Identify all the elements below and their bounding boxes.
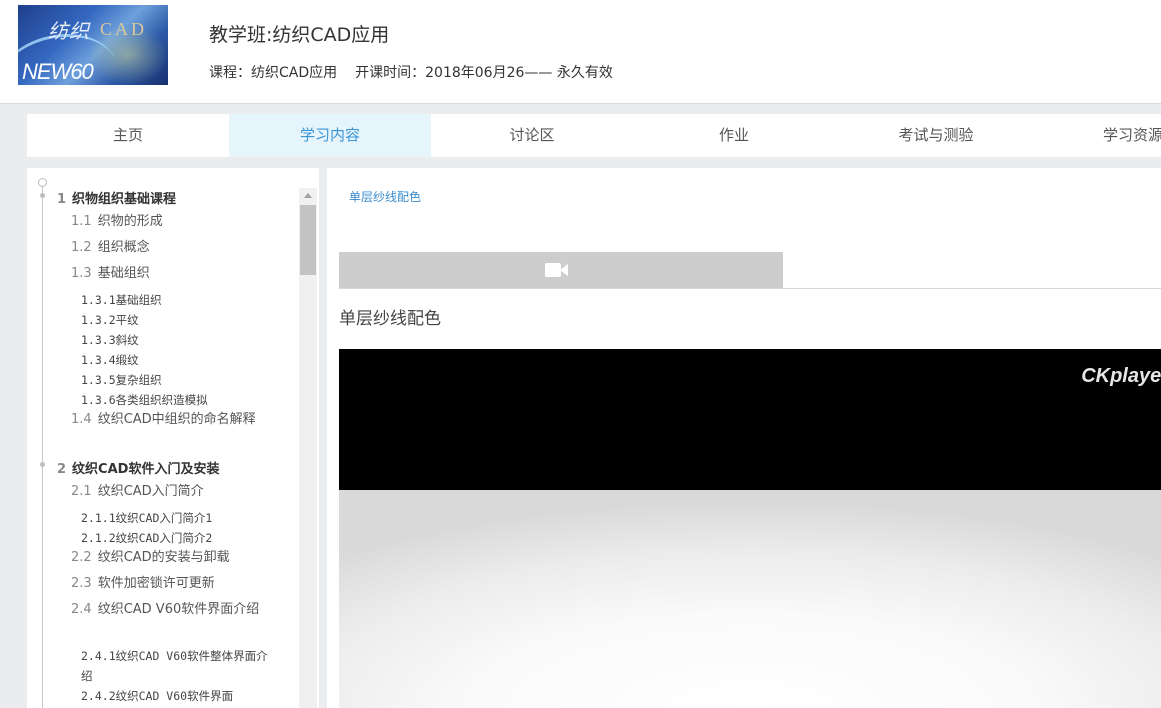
course-name: 课程：纺织CAD应用	[209, 65, 338, 81]
toc-section[interactable]: 2.1 纹织CAD入门简介	[71, 482, 271, 502]
video-camera-icon	[545, 262, 568, 278]
tab-resources[interactable]: 学习资源	[1103, 114, 1161, 157]
logo-text-cad: CAD	[100, 19, 148, 39]
player-brand-logo: CKplayer	[1081, 365, 1161, 387]
toc-lesson[interactable]: 1.3.3斜纹	[81, 330, 271, 350]
chapter-dot	[40, 462, 45, 467]
toc-lesson[interactable]: 1.3.4缎纹	[81, 350, 271, 370]
toc-section[interactable]: 1.4 纹织CAD中组织的命名解释	[71, 410, 271, 430]
video-tab[interactable]	[339, 252, 783, 288]
course-logo[interactable]: 纺织 CAD NEW60	[18, 5, 168, 85]
tab-learning-content[interactable]: 学习内容	[229, 114, 431, 157]
logo-brand: NEW60	[22, 59, 94, 84]
toc-lesson[interactable]: 1.3.2平纹	[81, 310, 271, 330]
sidebar-scrollbar[interactable]	[299, 188, 317, 708]
toc-lesson[interactable]: 2.1.1纹织CAD入门简介1	[81, 508, 271, 528]
media-tabs	[339, 252, 1161, 289]
toc-chapter[interactable]: 2 纹织CAD软件入门及安装	[57, 458, 219, 477]
toc-section[interactable]: 2.4 纹织CAD V60软件界面介绍	[71, 600, 271, 620]
toc-lesson[interactable]: 2.1.2纹织CAD入门简介2	[81, 528, 271, 548]
tree-line	[42, 186, 43, 708]
tab-discussion[interactable]: 讨论区	[431, 114, 633, 157]
toc-section[interactable]: 2.2 纹织CAD的安装与卸载	[71, 548, 271, 568]
toc-section[interactable]: 1.2 组织概念	[71, 238, 271, 258]
tab-exams[interactable]: 考试与测验	[835, 114, 1037, 157]
video-screen[interactable]	[339, 490, 1161, 708]
course-start-time: 开课时间：2018年06月26—— 永久有效	[355, 65, 613, 81]
toc-chapter[interactable]: 1 织物组织基础课程	[57, 188, 176, 207]
main-nav: 主页 学习内容 讨论区 作业 考试与测验 学习资源	[27, 114, 1161, 157]
video-player[interactable]: CKplayer	[339, 349, 1161, 708]
toc-section[interactable]: 1.3 基础组织	[71, 264, 271, 284]
tab-home[interactable]: 主页	[27, 114, 229, 157]
tab-homework[interactable]: 作业	[633, 114, 835, 157]
logo-text-cn: 纺织	[48, 19, 90, 43]
toc-section[interactable]: 1.1 织物的形成	[71, 212, 271, 232]
chapter-sidebar: 1 织物组织基础课程 1.1 织物的形成 1.2 组织概念 1.3 基础组织 1.3.1…	[27, 168, 319, 708]
breadcrumb[interactable]: 单层纱线配色	[349, 188, 421, 205]
course-meta: 课程：纺织CAD应用 开课时间：2018年06月26—— 永久有效	[209, 62, 613, 82]
toc-lesson[interactable]: 1.3.1基础组织	[81, 290, 271, 310]
toc-lesson[interactable]: 2.4.1纹织CAD V60软件整体界面介绍	[81, 646, 271, 686]
scroll-up-arrow-icon[interactable]	[299, 188, 317, 204]
section-title: 单层纱线配色	[339, 309, 441, 329]
toc-section[interactable]: 2.3 软件加密锁许可更新	[71, 574, 271, 594]
course-title: 教学班:纺织CAD应用	[209, 24, 390, 46]
content-panel: 单层纱线配色 单层纱线配色 CKplayer	[327, 168, 1161, 708]
toc-lesson[interactable]: 2.4.2纹织CAD V60软件界面	[81, 686, 271, 706]
tree-start-circle	[38, 178, 47, 187]
course-header: 纺织 CAD NEW60 教学班:纺织CAD应用 课程：纺织CAD应用 开课时间：…	[0, 0, 1161, 104]
toc-lesson[interactable]: 1.3.6各类组织织造模拟	[81, 390, 271, 410]
scrollbar-thumb[interactable]	[300, 205, 316, 275]
toc-lesson[interactable]: 1.3.5复杂组织	[81, 370, 271, 390]
chapter-dot	[40, 193, 45, 198]
